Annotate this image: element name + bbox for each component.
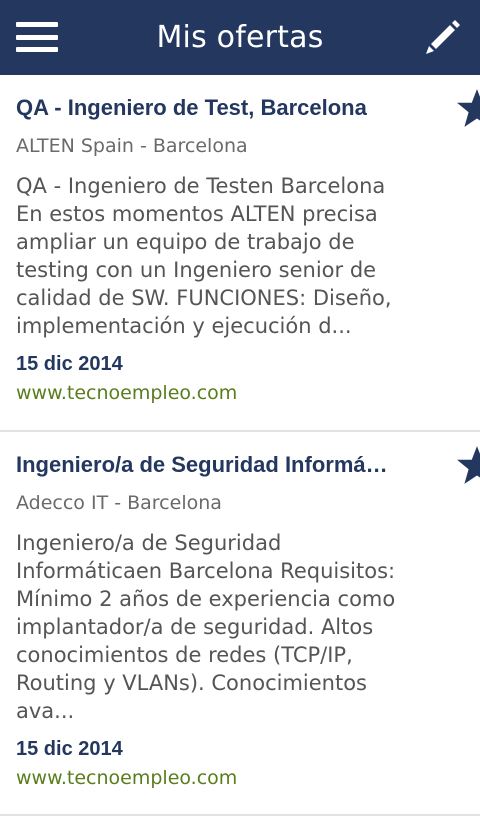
offer-company: Adecco IT - Barcelona bbox=[16, 492, 222, 514]
offer-source-link[interactable]: www.tecnoempleo.com bbox=[16, 767, 237, 789]
pencil-icon[interactable] bbox=[420, 17, 462, 59]
favorite-star-icon[interactable] bbox=[456, 444, 480, 486]
app-bar: Mis ofertas bbox=[0, 0, 480, 75]
hamburger-menu-icon[interactable] bbox=[16, 22, 58, 52]
page-title: Mis ofertas bbox=[156, 20, 324, 55]
offer-card[interactable]: Ingeniero/a de Seguridad Informá… Adecco… bbox=[0, 432, 480, 816]
offer-date: 15 dic 2014 bbox=[16, 738, 123, 760]
offer-divider bbox=[0, 75, 480, 432]
offer-title[interactable]: Ingeniero/a de Seguridad Informá… bbox=[16, 452, 406, 478]
offer-description: Ingeniero/a de Seguridad Informáticaen B… bbox=[16, 531, 396, 723]
